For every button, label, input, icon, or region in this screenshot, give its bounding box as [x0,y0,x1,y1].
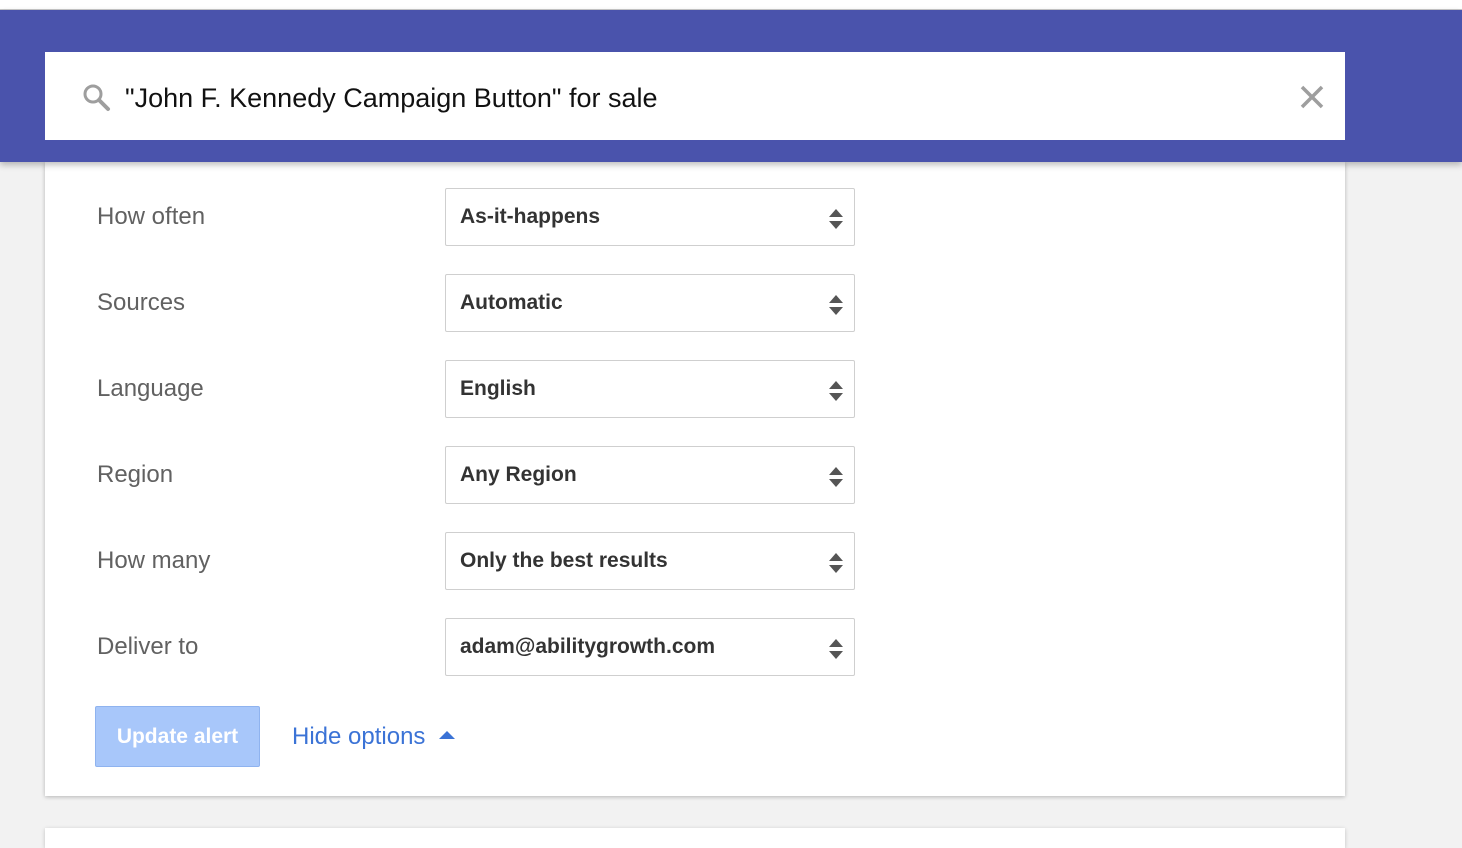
alert-options-card: How often As-it-happens Sources Automati… [45,162,1345,796]
caret-up-icon [439,730,456,739]
select-arrows-icon [829,381,843,401]
option-row-language: Language English [45,360,1345,418]
deliver-to-label: Deliver to [97,633,199,660]
region-select[interactable]: Any Region [445,446,855,504]
search-icon [83,84,110,111]
select-arrows-icon [829,295,843,315]
how-many-select[interactable]: Only the best results [445,532,855,590]
select-arrows-icon [829,639,843,659]
next-card [45,828,1345,848]
hide-options-label: Hide options [292,722,426,750]
select-arrows-icon [829,467,843,487]
deliver-to-select[interactable]: adam@abilitygrowth.com [445,618,855,676]
hide-options-link[interactable]: Hide options [292,720,456,752]
select-arrows-icon [829,209,843,229]
how-many-value: Only the best results [460,549,668,572]
language-label: Language [97,375,204,402]
option-row-deliver-to: Deliver to adam@abilitygrowth.com [45,618,1345,676]
how-often-value: As-it-happens [460,205,601,228]
option-row-how-many: How many Only the best results [45,532,1345,590]
sources-select[interactable]: Automatic [445,274,855,332]
how-often-label: How often [97,203,206,230]
deliver-to-value: adam@abilitygrowth.com [460,635,716,658]
search-bar[interactable]: "John F. Kennedy Campaign Button" for sa… [45,52,1345,140]
option-row-region: Region Any Region [45,446,1345,504]
option-row-sources: Sources Automatic [45,274,1345,332]
how-often-select[interactable]: As-it-happens [445,188,855,246]
update-alert-button[interactable]: Update alert [95,706,260,767]
option-row-how-often: How often As-it-happens [45,188,1345,246]
language-value: English [460,377,536,400]
browser-top-edge [0,0,1462,10]
region-label: Region [97,461,174,488]
region-value: Any Region [460,463,577,486]
sources-label: Sources [97,289,186,316]
close-icon[interactable] [1297,82,1327,112]
how-many-label: How many [97,547,211,574]
sources-value: Automatic [460,291,563,314]
language-select[interactable]: English [445,360,855,418]
select-arrows-icon [829,553,843,573]
search-input[interactable]: "John F. Kennedy Campaign Button" for sa… [125,82,658,114]
